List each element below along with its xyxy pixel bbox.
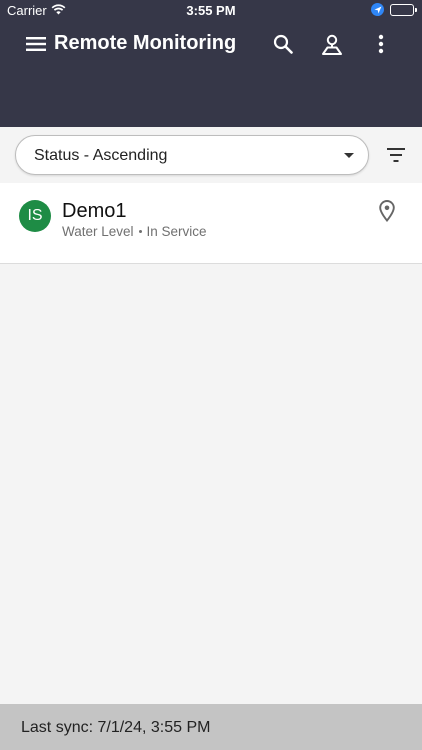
sort-dropdown[interactable]: Status - Ascending bbox=[15, 135, 369, 175]
sort-dropdown-value: Status - Ascending bbox=[34, 147, 168, 164]
filter-icon[interactable] bbox=[384, 143, 408, 167]
battery-icon bbox=[390, 3, 417, 16]
list-item[interactable]: IS Demo1 Water Level In Service bbox=[0, 183, 422, 264]
item-status: In Service bbox=[146, 224, 207, 239]
search-icon[interactable] bbox=[269, 30, 297, 58]
sort-bar: Status - Ascending bbox=[0, 127, 422, 183]
item-name: Demo1 bbox=[62, 200, 127, 222]
dropdown-caret-icon bbox=[344, 153, 354, 158]
status-bar: Carrier 3:55 PM bbox=[0, 0, 422, 22]
app-bar: Remote Monitoring bbox=[0, 22, 422, 66]
status-time: 3:55 PM bbox=[186, 3, 236, 18]
more-vert-icon[interactable] bbox=[367, 30, 395, 58]
item-type: Water Level bbox=[62, 224, 134, 239]
avatar: IS bbox=[19, 200, 51, 232]
status-right bbox=[371, 3, 417, 16]
item-subtitle: Water Level In Service bbox=[62, 224, 207, 239]
menu-icon[interactable] bbox=[24, 32, 48, 56]
asset-list: IS Demo1 Water Level In Service bbox=[0, 183, 422, 264]
app-title: Remote Monitoring bbox=[54, 32, 237, 54]
last-sync-label: Last sync: 7/1/24, 3:55 PM bbox=[21, 719, 211, 736]
location-pin-icon[interactable] bbox=[375, 199, 399, 223]
separator-dot bbox=[138, 230, 142, 233]
sync-footer: Last sync: 7/1/24, 3:55 PM bbox=[0, 704, 422, 750]
location-services-icon bbox=[371, 3, 384, 16]
header: Carrier 3:55 PM Remote Monitoring bbox=[0, 0, 422, 127]
account-location-icon[interactable] bbox=[318, 30, 346, 58]
